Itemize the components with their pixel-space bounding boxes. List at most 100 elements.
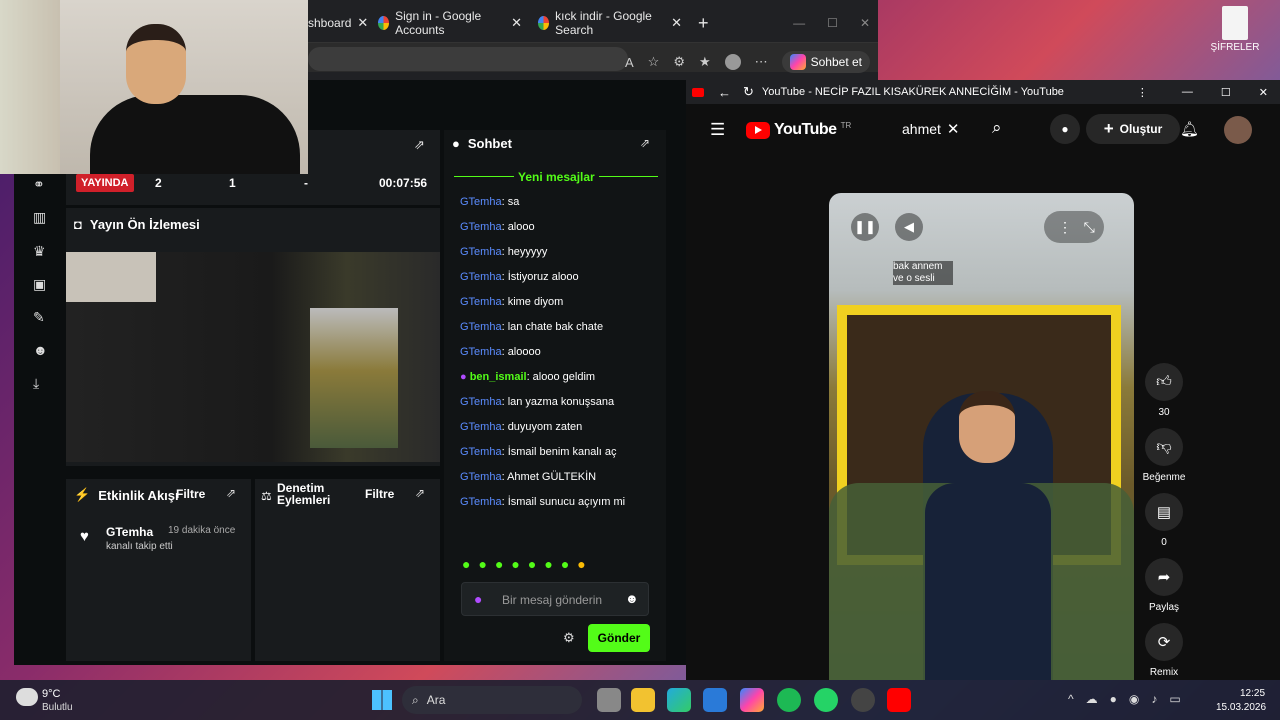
send-button[interactable]: Gönder [588,624,650,652]
clear-icon[interactable]: ✕ [947,120,960,138]
chat-username[interactable]: GTemha [460,396,502,408]
whatsapp-icon[interactable] [814,688,838,712]
profile-icon[interactable] [724,54,741,70]
tab-dashboard[interactable]: shboard ✕ [300,6,370,40]
tab-google-search[interactable]: kıck indir - Google Search ✕ [530,6,690,40]
chat-settings-icon[interactable]: ⚙ [563,630,575,646]
emote-icon[interactable]: ● [462,556,470,572]
more-icon[interactable]: ⋯ [755,54,768,70]
new-tab-button[interactable]: + [690,6,717,40]
expand-icon[interactable]: ⇗ [414,137,425,153]
read-aloud-icon[interactable]: A [625,55,634,70]
more-icon[interactable]: ⋮ ⤡ [1044,211,1104,243]
close-icon[interactable]: ✕ [357,15,368,31]
emote-icon[interactable]: ● [561,556,569,572]
activity-filter[interactable]: Filtre [176,487,205,501]
share-button[interactable]: ➦ Paylaş [1136,558,1192,613]
copilot-chat-button[interactable]: Sohbet et [781,51,870,73]
emote-icon[interactable]: ● [495,556,503,572]
emote-icon[interactable]: ● [577,556,585,572]
favorite-icon[interactable]: ☆ [648,54,660,70]
wrench-icon[interactable]: ✎ [33,310,47,324]
pause-icon[interactable]: ❚❚ [851,213,879,241]
chat-username[interactable]: GTemha [460,471,502,483]
child-body [925,483,1051,680]
chat-username[interactable]: GTemha [460,221,502,233]
search-input[interactable]: ahmet ✕ [902,114,972,144]
video-icon[interactable]: ▣ [33,277,47,291]
chat-username[interactable]: GTemha [460,296,502,308]
volume-icon[interactable]: ◀ [895,213,923,241]
favorites-icon[interactable]: ★ [699,54,711,70]
shorts-video[interactable]: ❚❚ ◀ bak annem ve o sesli ⋮ ⤡ [829,193,1134,680]
chat-username[interactable]: GTemha [460,346,502,358]
emote-icon[interactable]: ● [511,556,519,572]
desktop-file-icon[interactable]: ŞİFRELER [1210,6,1260,53]
minimize-icon[interactable]: — [1182,86,1193,98]
mic-icon[interactable]: ● [1050,114,1080,144]
chart-icon[interactable]: ▥ [33,210,47,224]
activity-panel: ⚡ Etkinlik Akışı Filtre ⇗ ♥ GTemha 19 dak… [66,479,251,661]
hamburger-icon[interactable]: ☰ [710,120,725,140]
chat-username[interactable]: ben_ismail [470,371,527,383]
back-icon[interactable]: ← [718,85,731,100]
close-icon[interactable]: ✕ [511,15,522,31]
expand-icon[interactable]: ⇗ [415,486,425,500]
clock-time[interactable]: 12:25 [1240,688,1265,699]
emoji-icon[interactable]: ☻ [625,591,639,606]
avatar[interactable] [1224,116,1252,144]
link-icon[interactable]: ⚭ [33,177,47,191]
expand-icon[interactable]: ⇗ [640,136,650,150]
chat-username[interactable]: GTemha [460,196,502,208]
close-icon[interactable]: ✕ [671,15,682,31]
remix-button[interactable]: ⟳ Remix [1136,623,1192,678]
chat-message: GTemha: lan yazma konuşsana [460,396,614,408]
clock-date[interactable]: 15.03.2026 [1216,702,1266,713]
maximize-icon[interactable]: ☐ [827,16,838,30]
chat-username[interactable]: GTemha [460,421,502,433]
comments-button[interactable]: ▤ 0 [1136,493,1192,548]
emote-icon[interactable]: ● [544,556,552,572]
chat-username[interactable]: GTemha [460,496,502,508]
chat-username[interactable]: GTemha [460,246,502,258]
emote-icon[interactable]: ● [528,556,536,572]
taskbar-search[interactable]: ⌕ Ara [402,686,582,714]
copilot-icon[interactable] [740,688,764,712]
like-button[interactable]: 👍︎ 30 [1136,363,1192,418]
expand-icon[interactable]: ⇗ [226,486,236,500]
minimize-icon[interactable]: — [793,16,805,30]
close-icon[interactable]: ✕ [1259,86,1268,99]
file-explorer-icon[interactable] [631,688,655,712]
create-button[interactable]: + Oluştur [1086,114,1180,144]
edge-icon[interactable] [667,688,691,712]
bell-icon[interactable]: 🔔︎ [1180,120,1199,138]
task-view-icon[interactable] [597,688,621,712]
close-window-icon[interactable]: ✕ [860,16,870,30]
trophy-icon[interactable]: ♛ [33,244,47,258]
youtube-taskbar-icon[interactable] [887,688,911,712]
weather-icon[interactable] [16,688,38,706]
download-icon[interactable]: ⤓ [33,376,47,390]
chat-username[interactable]: GTemha [460,271,502,283]
menu-icon[interactable]: ⋮ [1137,86,1148,99]
obs-icon[interactable] [851,688,875,712]
store-icon[interactable] [703,688,727,712]
users-icon[interactable]: ☻ [33,343,48,357]
chat-username[interactable]: GTemha [460,446,502,458]
extensions-icon[interactable]: ⚙ [673,54,685,70]
address-bar[interactable] [308,47,628,71]
spotify-icon[interactable] [777,688,801,712]
reload-icon[interactable]: ↻ [743,84,754,100]
search-icon[interactable]: ⌕ [992,118,1002,138]
dislike-button[interactable]: 👎︎ Beğenme [1136,428,1192,483]
chat-input[interactable]: ● Bir mesaj gönderin ☻ [461,582,649,616]
tab-google-accounts[interactable]: Sign in - Google Accounts ✕ [370,6,530,40]
window-controls[interactable]: — ☐ ✕ [785,6,878,40]
maximize-icon[interactable]: ☐ [1221,86,1231,99]
windows-start-icon[interactable] [372,690,392,710]
youtube-logo[interactable]: YouTube TR [746,121,851,139]
mod-filter[interactable]: Filtre [365,487,394,501]
system-tray[interactable]: ^☁●◉♪▭ [1068,692,1193,706]
chat-username[interactable]: GTemha [460,321,502,333]
emote-icon[interactable]: ● [478,556,486,572]
